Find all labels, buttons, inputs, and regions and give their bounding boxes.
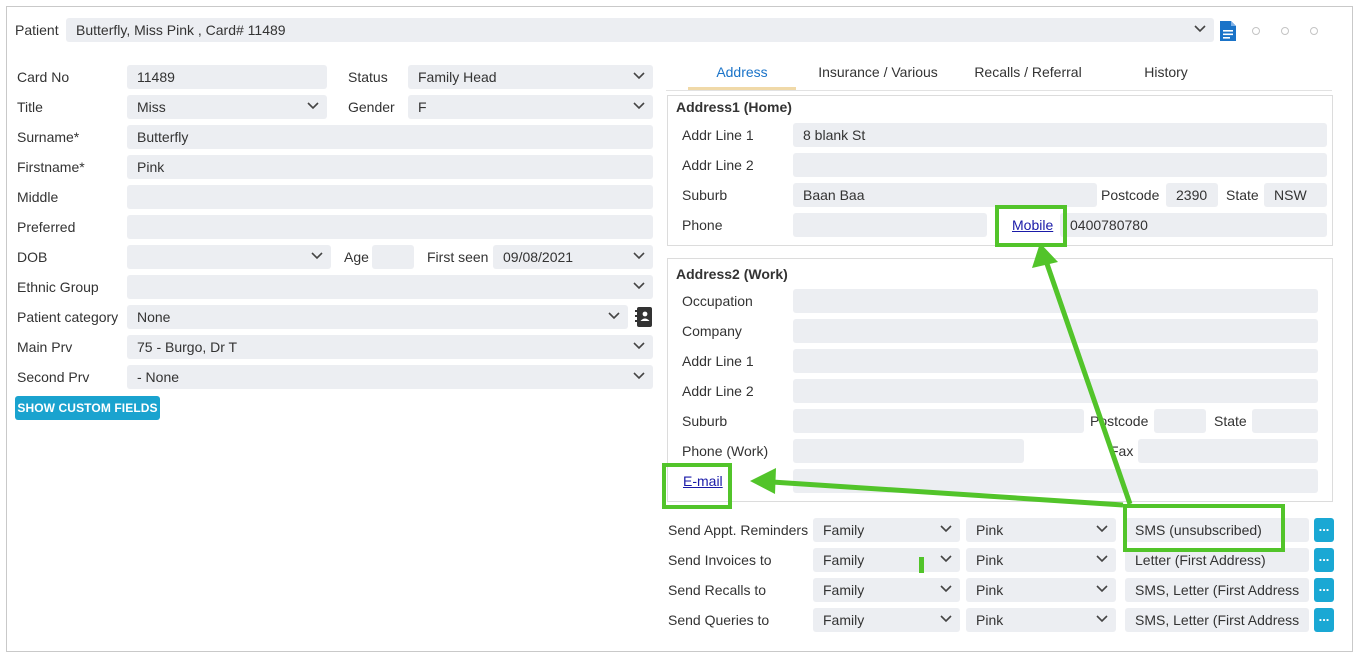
arrow-to-mobile [1032,243,1133,505]
annotation-arrows [750,243,1133,508]
arrow-to-email [750,468,1124,508]
